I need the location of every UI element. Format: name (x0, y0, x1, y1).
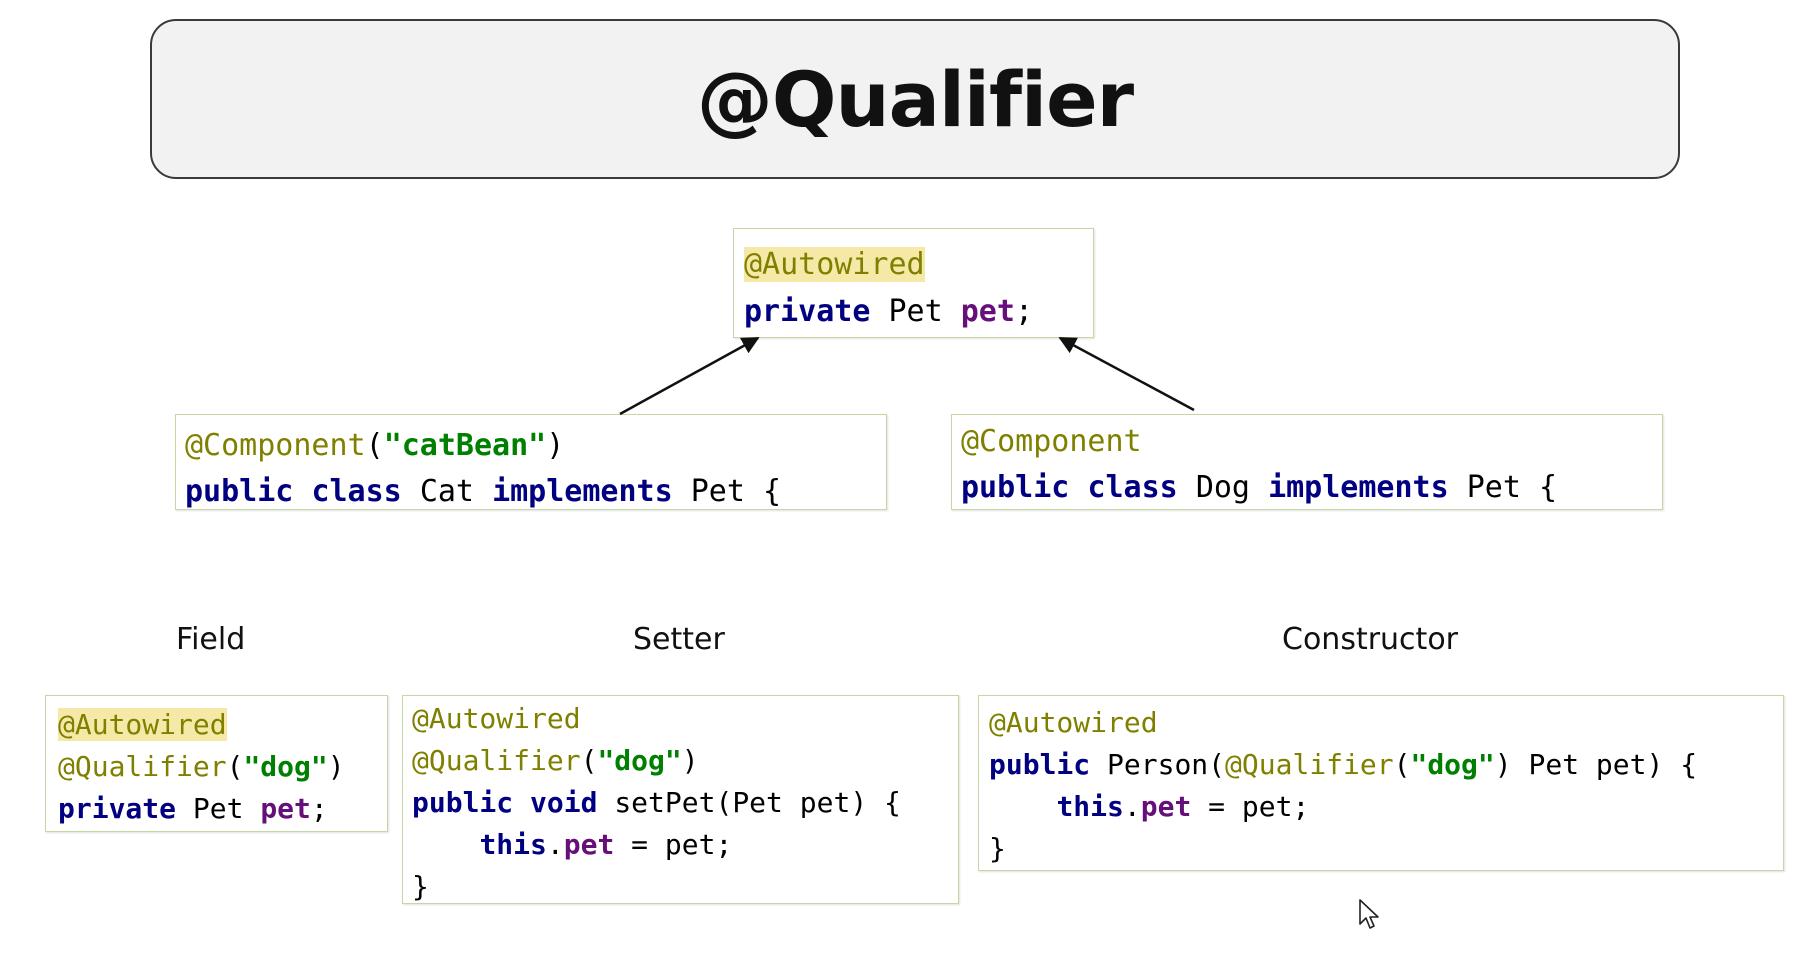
keyword-public: public (989, 748, 1091, 781)
annotation-autowired: @Autowired (412, 702, 581, 735)
close-brace: } (989, 832, 1006, 865)
qualifier-value: "dog" (597, 744, 682, 777)
keyword-public: public (412, 786, 514, 819)
qualifier-value: "dog" (243, 750, 328, 783)
keyword-this: this (479, 828, 547, 861)
label-field: Field (176, 622, 246, 657)
annotation-autowired: @Autowired (989, 706, 1158, 739)
type-name: Pet (192, 792, 244, 825)
arrow-cat-to-field (619, 336, 760, 416)
label-setter: Setter (633, 622, 725, 657)
method-signature: setPet(Pet pet) (614, 786, 868, 819)
close-brace: } (412, 870, 429, 903)
field-name: pet (563, 828, 615, 861)
field-injection-snippet: @Autowired @Qualifier("dog") private Pet p… (45, 695, 388, 832)
keyword-private: private (58, 792, 177, 825)
setter-injection-snippet: @Autowired @Qualifier("dog") public void s… (402, 695, 959, 904)
field-name: pet (260, 792, 311, 825)
keyword-this: this (1056, 790, 1124, 823)
annotation-qualifier: @Qualifier (58, 750, 227, 783)
constructor-injection-snippet: @Autowired public Person(@Qualifier("dog"… (978, 695, 1784, 871)
keyword-void: void (530, 786, 598, 819)
annotation-autowired: @Autowired (58, 708, 227, 741)
arrow-dog-to-field (1058, 336, 1195, 412)
label-constructor: Constructor (1282, 622, 1459, 657)
annotation-qualifier: @Qualifier (412, 744, 581, 777)
mouse-pointer-icon (1359, 899, 1379, 929)
field-name: pet (1140, 790, 1192, 823)
annotation-qualifier: @Qualifier (1225, 748, 1394, 781)
constructor-name: Person( (1107, 748, 1226, 781)
qualifier-value: "dog" (1410, 748, 1495, 781)
